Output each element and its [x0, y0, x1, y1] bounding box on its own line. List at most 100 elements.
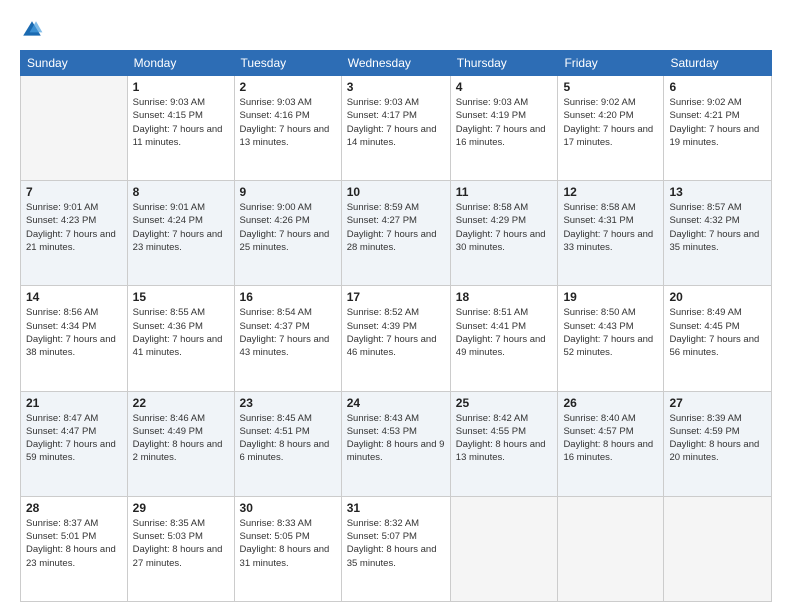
- day-info: Sunrise: 8:55 AMSunset: 4:36 PMDaylight:…: [133, 306, 229, 359]
- calendar-cell: 21Sunrise: 8:47 AMSunset: 4:47 PMDayligh…: [21, 391, 128, 496]
- calendar-cell: 26 Sunrise: 8:40 AMSunset: 4:57 PMDayligh…: [558, 391, 664, 496]
- day-info: Sunrise: 9:03 AMSunset: 4:19 PMDaylight:…: [456, 96, 553, 149]
- calendar-cell: 6Sunrise: 9:02 AMSunset: 4:21 PMDaylight…: [664, 76, 772, 181]
- day-info: Sunrise: 8:52 AMSunset: 4:39 PMDaylight:…: [347, 306, 445, 359]
- calendar-cell: 16 Sunrise: 8:54 AMSunset: 4:37 PMDayligh…: [234, 286, 341, 391]
- day-info: Sunrise: 8:33 AMSunset: 5:05 PMDaylight:…: [240, 517, 336, 570]
- day-number: 8: [133, 185, 229, 199]
- day-header-sunday: Sunday: [21, 51, 128, 76]
- day-number: 16: [240, 290, 336, 304]
- calendar-cell: 27 Sunrise: 8:39 AMSunset: 4:59 PMDayligh…: [664, 391, 772, 496]
- calendar-cell: 17 Sunrise: 8:52 AMSunset: 4:39 PMDayligh…: [341, 286, 450, 391]
- day-info: Sunrise: 8:58 AMSunset: 4:29 PMDaylight:…: [456, 201, 553, 254]
- day-info: Sunrise: 8:42 AMSunset: 4:55 PMDaylight:…: [456, 412, 553, 465]
- calendar-cell: 3 Sunrise: 9:03 AMSunset: 4:17 PMDaylight…: [341, 76, 450, 181]
- calendar-week-row: 7Sunrise: 9:01 AMSunset: 4:23 PMDaylight…: [21, 181, 772, 286]
- calendar-cell: [450, 496, 558, 601]
- day-info: Sunrise: 9:03 AMSunset: 4:15 PMDaylight:…: [133, 96, 229, 149]
- day-number: 4: [456, 80, 553, 94]
- calendar-cell: 29 Sunrise: 8:35 AMSunset: 5:03 PMDayligh…: [127, 496, 234, 601]
- day-info: Sunrise: 8:58 AMSunset: 4:31 PMDaylight:…: [563, 201, 658, 254]
- calendar-cell: 10Sunrise: 8:59 AMSunset: 4:27 PMDayligh…: [341, 181, 450, 286]
- day-number: 30: [240, 501, 336, 515]
- calendar-table: SundayMondayTuesdayWednesdayThursdayFrid…: [20, 50, 772, 602]
- day-info: Sunrise: 8:51 AMSunset: 4:41 PMDaylight:…: [456, 306, 553, 359]
- day-info: Sunrise: 8:35 AMSunset: 5:03 PMDaylight:…: [133, 517, 229, 570]
- calendar-cell: 9Sunrise: 9:00 AMSunset: 4:26 PMDaylight…: [234, 181, 341, 286]
- day-number: 28: [26, 501, 122, 515]
- logo: [20, 18, 48, 42]
- day-number: 11: [456, 185, 553, 199]
- day-number: 18: [456, 290, 553, 304]
- day-info: Sunrise: 9:01 AMSunset: 4:24 PMDaylight:…: [133, 201, 229, 254]
- day-info: Sunrise: 9:02 AMSunset: 4:20 PMDaylight:…: [563, 96, 658, 149]
- calendar-cell: [664, 496, 772, 601]
- day-info: Sunrise: 8:54 AMSunset: 4:37 PMDaylight:…: [240, 306, 336, 359]
- calendar-week-row: 28 Sunrise: 8:37 AMSunset: 5:01 PMDayligh…: [21, 496, 772, 601]
- calendar-cell: 25Sunrise: 8:42 AMSunset: 4:55 PMDayligh…: [450, 391, 558, 496]
- day-number: 2: [240, 80, 336, 94]
- day-info: Sunrise: 8:40 AMSunset: 4:57 PMDaylight:…: [563, 412, 658, 465]
- day-header-saturday: Saturday: [664, 51, 772, 76]
- day-info: Sunrise: 8:43 AMSunset: 4:53 PMDaylight:…: [347, 412, 445, 465]
- calendar-week-row: 1 Sunrise: 9:03 AMSunset: 4:15 PMDaylight…: [21, 76, 772, 181]
- calendar-cell: 28 Sunrise: 8:37 AMSunset: 5:01 PMDayligh…: [21, 496, 128, 601]
- day-info: Sunrise: 8:32 AMSunset: 5:07 PMDaylight:…: [347, 517, 445, 570]
- day-number: 26: [563, 396, 658, 410]
- day-number: 1: [133, 80, 229, 94]
- day-number: 10: [347, 185, 445, 199]
- calendar-cell: [558, 496, 664, 601]
- header: [20, 18, 772, 42]
- calendar-cell: 1 Sunrise: 9:03 AMSunset: 4:15 PMDaylight…: [127, 76, 234, 181]
- day-info: Sunrise: 8:50 AMSunset: 4:43 PMDaylight:…: [563, 306, 658, 359]
- day-number: 29: [133, 501, 229, 515]
- day-info: Sunrise: 8:47 AMSunset: 4:47 PMDaylight:…: [26, 412, 122, 465]
- day-header-thursday: Thursday: [450, 51, 558, 76]
- page: SundayMondayTuesdayWednesdayThursdayFrid…: [0, 0, 792, 612]
- day-number: 20: [669, 290, 766, 304]
- day-info: Sunrise: 9:02 AMSunset: 4:21 PMDaylight:…: [669, 96, 766, 149]
- calendar-cell: 22Sunrise: 8:46 AMSunset: 4:49 PMDayligh…: [127, 391, 234, 496]
- day-number: 31: [347, 501, 445, 515]
- day-info: Sunrise: 8:37 AMSunset: 5:01 PMDaylight:…: [26, 517, 122, 570]
- calendar-header-row: SundayMondayTuesdayWednesdayThursdayFrid…: [21, 51, 772, 76]
- calendar-week-row: 21Sunrise: 8:47 AMSunset: 4:47 PMDayligh…: [21, 391, 772, 496]
- day-header-monday: Monday: [127, 51, 234, 76]
- day-number: 15: [133, 290, 229, 304]
- day-number: 3: [347, 80, 445, 94]
- day-number: 27: [669, 396, 766, 410]
- day-info: Sunrise: 8:39 AMSunset: 4:59 PMDaylight:…: [669, 412, 766, 465]
- calendar-cell: 19 Sunrise: 8:50 AMSunset: 4:43 PMDayligh…: [558, 286, 664, 391]
- calendar-cell: 18 Sunrise: 8:51 AMSunset: 4:41 PMDayligh…: [450, 286, 558, 391]
- calendar-cell: 8 Sunrise: 9:01 AMSunset: 4:24 PMDaylight…: [127, 181, 234, 286]
- calendar-cell: 30 Sunrise: 8:33 AMSunset: 5:05 PMDayligh…: [234, 496, 341, 601]
- calendar-cell: 2 Sunrise: 9:03 AMSunset: 4:16 PMDaylight…: [234, 76, 341, 181]
- day-number: 7: [26, 185, 122, 199]
- calendar-cell: 20Sunrise: 8:49 AMSunset: 4:45 PMDayligh…: [664, 286, 772, 391]
- calendar-cell: 4 Sunrise: 9:03 AMSunset: 4:19 PMDaylight…: [450, 76, 558, 181]
- day-number: 14: [26, 290, 122, 304]
- calendar-cell: 12 Sunrise: 8:58 AMSunset: 4:31 PMDayligh…: [558, 181, 664, 286]
- day-number: 17: [347, 290, 445, 304]
- day-number: 23: [240, 396, 336, 410]
- day-number: 5: [563, 80, 658, 94]
- day-info: Sunrise: 9:03 AMSunset: 4:17 PMDaylight:…: [347, 96, 445, 149]
- day-info: Sunrise: 9:00 AMSunset: 4:26 PMDaylight:…: [240, 201, 336, 254]
- calendar-cell: 7Sunrise: 9:01 AMSunset: 4:23 PMDaylight…: [21, 181, 128, 286]
- day-info: Sunrise: 9:03 AMSunset: 4:16 PMDaylight:…: [240, 96, 336, 149]
- calendar-cell: 5 Sunrise: 9:02 AMSunset: 4:20 PMDaylight…: [558, 76, 664, 181]
- day-header-tuesday: Tuesday: [234, 51, 341, 76]
- calendar-cell: 14Sunrise: 8:56 AMSunset: 4:34 PMDayligh…: [21, 286, 128, 391]
- day-info: Sunrise: 8:46 AMSunset: 4:49 PMDaylight:…: [133, 412, 229, 465]
- day-number: 12: [563, 185, 658, 199]
- calendar-cell: [21, 76, 128, 181]
- day-number: 19: [563, 290, 658, 304]
- calendar-cell: 13Sunrise: 8:57 AMSunset: 4:32 PMDayligh…: [664, 181, 772, 286]
- logo-icon: [20, 18, 44, 42]
- day-info: Sunrise: 8:57 AMSunset: 4:32 PMDaylight:…: [669, 201, 766, 254]
- day-header-friday: Friday: [558, 51, 664, 76]
- calendar-week-row: 14Sunrise: 8:56 AMSunset: 4:34 PMDayligh…: [21, 286, 772, 391]
- calendar-cell: 31 Sunrise: 8:32 AMSunset: 5:07 PMDayligh…: [341, 496, 450, 601]
- day-info: Sunrise: 8:45 AMSunset: 4:51 PMDaylight:…: [240, 412, 336, 465]
- calendar-cell: 11 Sunrise: 8:58 AMSunset: 4:29 PMDayligh…: [450, 181, 558, 286]
